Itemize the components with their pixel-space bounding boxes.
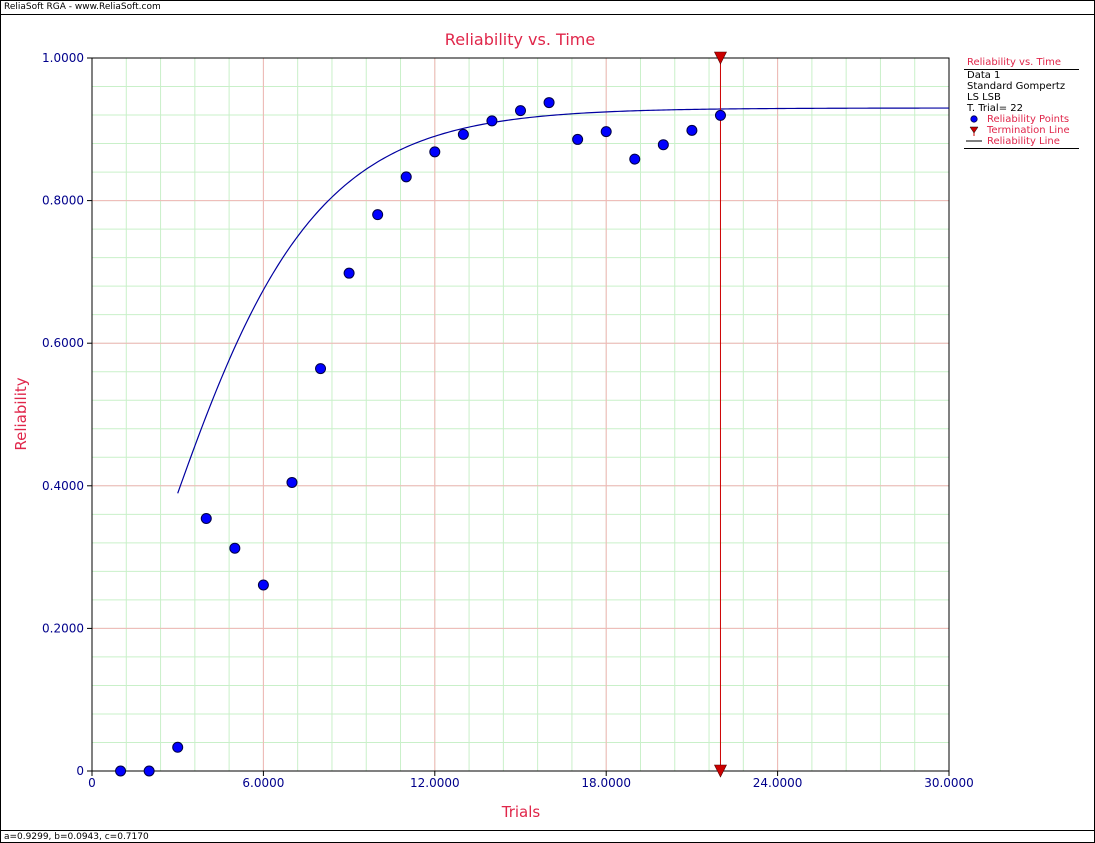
reliability-point — [229, 542, 241, 554]
triangle-marker-icon — [969, 126, 979, 136]
legend-label-points: Reliability Points — [987, 114, 1070, 125]
y-tick-label: 0.8000 — [42, 194, 84, 208]
x-tick-label: 18.0000 — [581, 776, 631, 790]
y-tick-labels: 0 0.2000 0.4000 0.6000 0.8000 1.0000 — [42, 51, 84, 778]
plot-area — [91, 57, 950, 772]
reliability-point — [429, 146, 441, 158]
legend-item-termination: Termination Line — [964, 125, 1079, 136]
line-marker-icon — [966, 140, 982, 142]
reliability-points — [115, 97, 726, 777]
x-tick-label: 24.0000 — [753, 776, 803, 790]
reliability-point — [400, 171, 412, 183]
y-tick-label: 0.2000 — [42, 621, 84, 635]
reliability-point — [372, 209, 384, 221]
legend-item-points: Reliability Points — [964, 114, 1079, 125]
x-axis-label: Trials — [501, 803, 541, 821]
x-tick-labels: 0 6.0000 12.0000 18.0000 24.0000 30.0000 — [88, 776, 974, 790]
reliability-point — [714, 109, 726, 121]
y-tick-label: 0.4000 — [42, 479, 84, 493]
reliability-point — [286, 476, 298, 488]
termination-line — [713, 51, 727, 778]
chart-title: Reliability vs. Time — [445, 30, 595, 49]
reliability-point — [457, 128, 469, 140]
y-tick-label: 0 — [76, 764, 84, 778]
legend-item-line: Reliability Line — [964, 136, 1079, 149]
legend-title: Reliability vs. Time — [964, 57, 1079, 70]
reliability-point — [115, 765, 127, 777]
y-axis-label: Reliability — [12, 377, 30, 450]
legend-termination-trial: T. Trial= 22 — [967, 103, 1023, 114]
minor-grid — [92, 58, 949, 771]
reliability-chart: 0 6.0000 12.0000 18.0000 24.0000 30.0000 0 0.2… — [12, 30, 974, 821]
x-tick-label: 30.0000 — [924, 776, 974, 790]
y-tick-label: 1.0000 — [42, 51, 84, 65]
x-tick-label: 6.0000 — [242, 776, 284, 790]
reliability-point — [515, 105, 526, 117]
legend-method: LS LSB — [967, 92, 1001, 103]
reliability-point — [543, 97, 555, 109]
point-marker-icon — [970, 115, 978, 123]
reliability-point — [572, 133, 584, 145]
reliability-point — [257, 579, 269, 591]
reliability-point — [315, 363, 327, 375]
reliability-line — [177, 107, 950, 494]
reliability-point — [657, 139, 669, 151]
legend: Reliability vs. Time Data 1 Standard Gom… — [964, 57, 1079, 149]
x-tick-label: 0 — [88, 776, 96, 790]
major-grid — [92, 58, 949, 771]
reliability-point — [600, 126, 612, 138]
reliability-point — [629, 153, 641, 165]
legend-label-line: Reliability Line — [987, 136, 1060, 147]
reliability-point — [143, 765, 155, 777]
reliability-point — [486, 115, 498, 127]
axis-ticks — [87, 57, 950, 776]
legend-label-termination: Termination Line — [987, 125, 1070, 136]
y-tick-label: 0.6000 — [42, 336, 84, 350]
reliability-point — [172, 741, 184, 753]
legend-model: Standard Gompertz — [967, 81, 1066, 92]
x-tick-label: 12.0000 — [410, 776, 460, 790]
legend-data-name: Data 1 — [967, 70, 1001, 81]
reliability-point — [343, 267, 355, 279]
reliability-point — [686, 124, 698, 136]
reliability-point — [200, 512, 212, 524]
